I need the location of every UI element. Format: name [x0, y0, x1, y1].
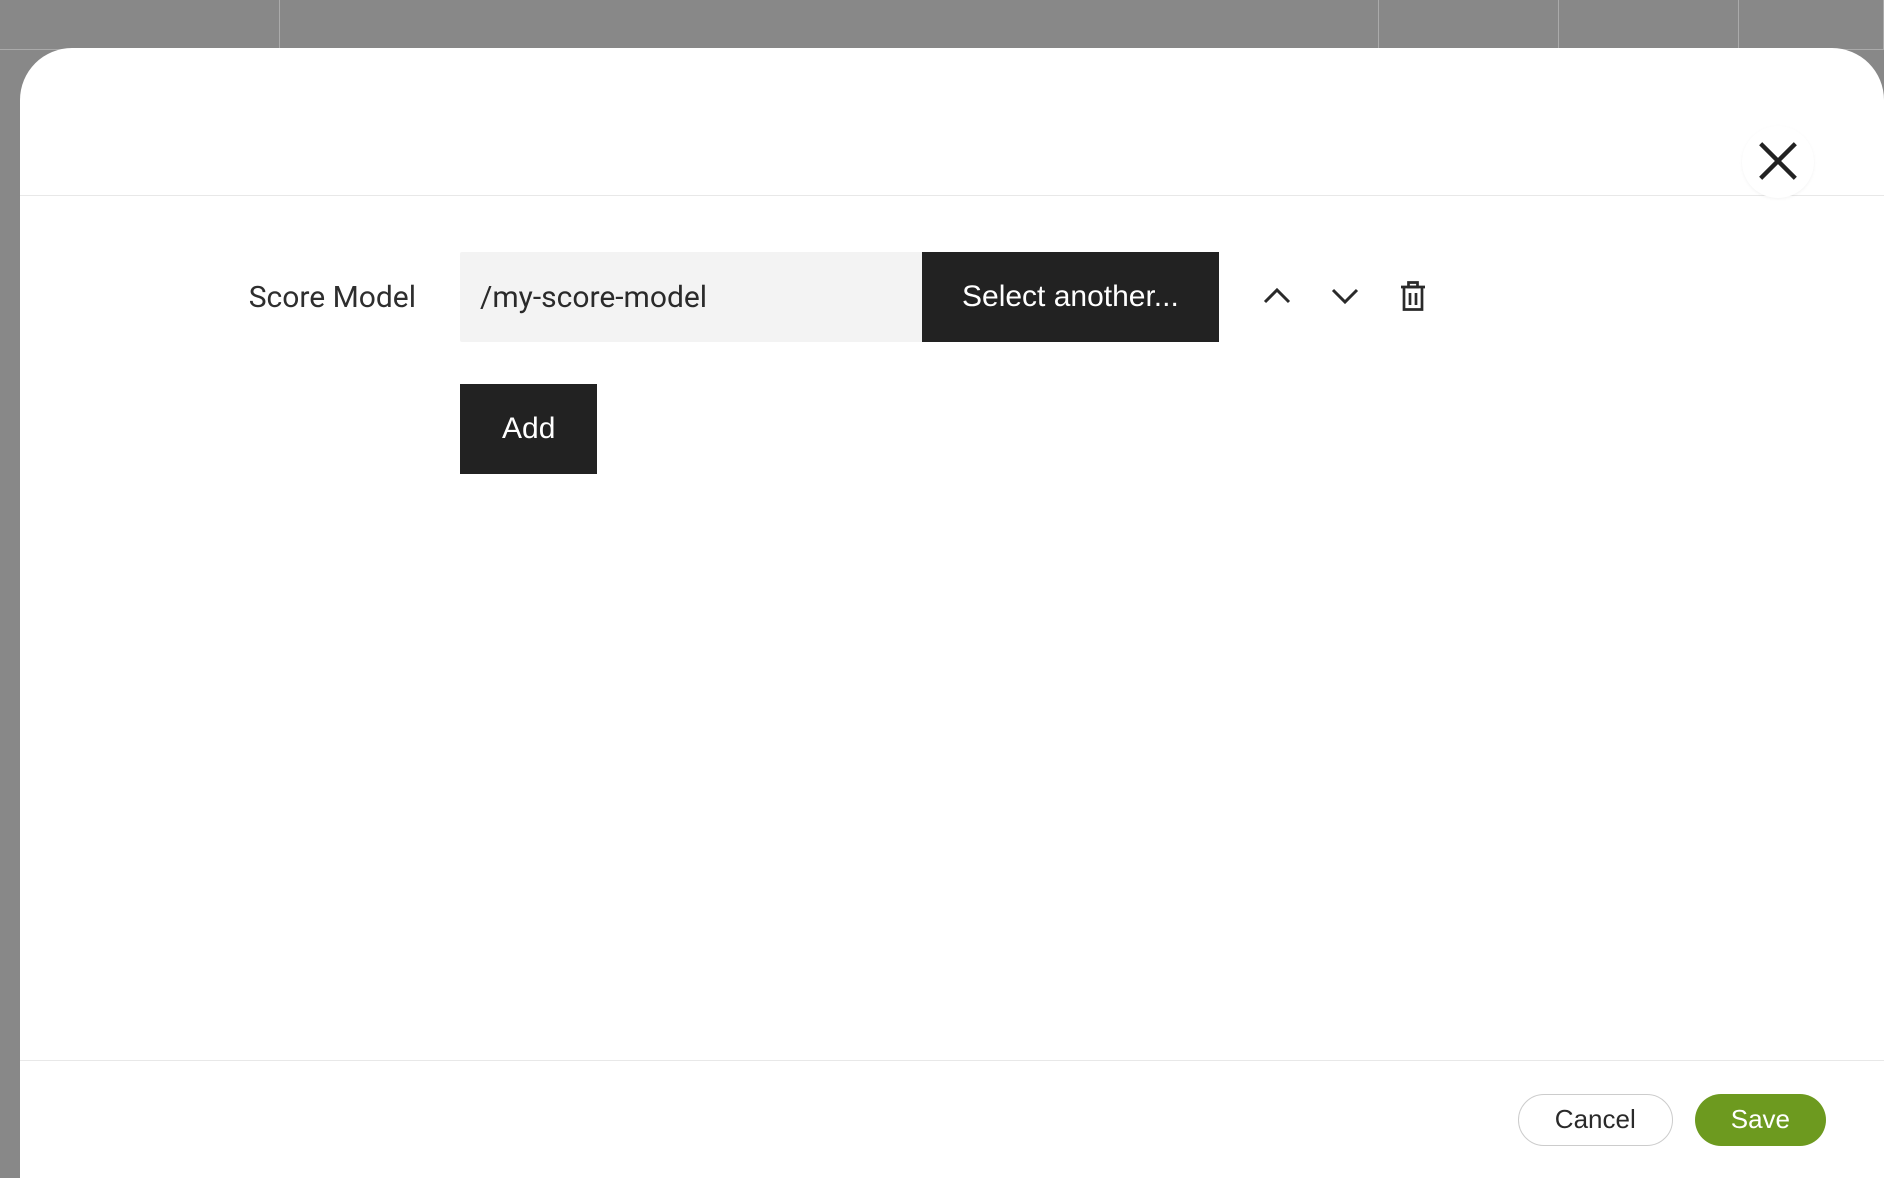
score-model-label: Score Model: [20, 280, 460, 315]
modal-header: [20, 48, 1884, 196]
row-actions: [1253, 272, 1437, 323]
add-button[interactable]: Add: [460, 384, 597, 474]
modal-dialog: Score Model /my-score-model Select anoth…: [20, 48, 1884, 1178]
backdrop-cell: [1379, 0, 1559, 50]
modal-footer: Cancel Save: [20, 1060, 1884, 1178]
move-up-button[interactable]: [1253, 272, 1301, 323]
delete-button[interactable]: [1389, 272, 1437, 323]
score-model-row: Score Model /my-score-model Select anoth…: [20, 252, 1884, 342]
score-model-path-text: /my-score-model: [480, 280, 707, 315]
backdrop-cell: [1559, 0, 1739, 50]
backdrop-cell: [280, 0, 1379, 50]
close-icon: [1752, 135, 1804, 190]
chevron-down-icon: [1327, 278, 1363, 317]
select-another-button[interactable]: Select another...: [922, 252, 1219, 342]
move-down-button[interactable]: [1321, 272, 1369, 323]
score-model-path-field[interactable]: /my-score-model: [460, 252, 922, 342]
cancel-button[interactable]: Cancel: [1518, 1094, 1673, 1146]
backdrop-cell: [1739, 0, 1884, 50]
save-button[interactable]: Save: [1695, 1094, 1826, 1146]
close-button[interactable]: [1742, 126, 1814, 198]
backdrop-cell: [0, 0, 280, 50]
chevron-up-icon: [1259, 278, 1295, 317]
trash-icon: [1395, 278, 1431, 317]
modal-body: Score Model /my-score-model Select anoth…: [20, 196, 1884, 1060]
backdrop-grid-row: [0, 0, 1884, 50]
